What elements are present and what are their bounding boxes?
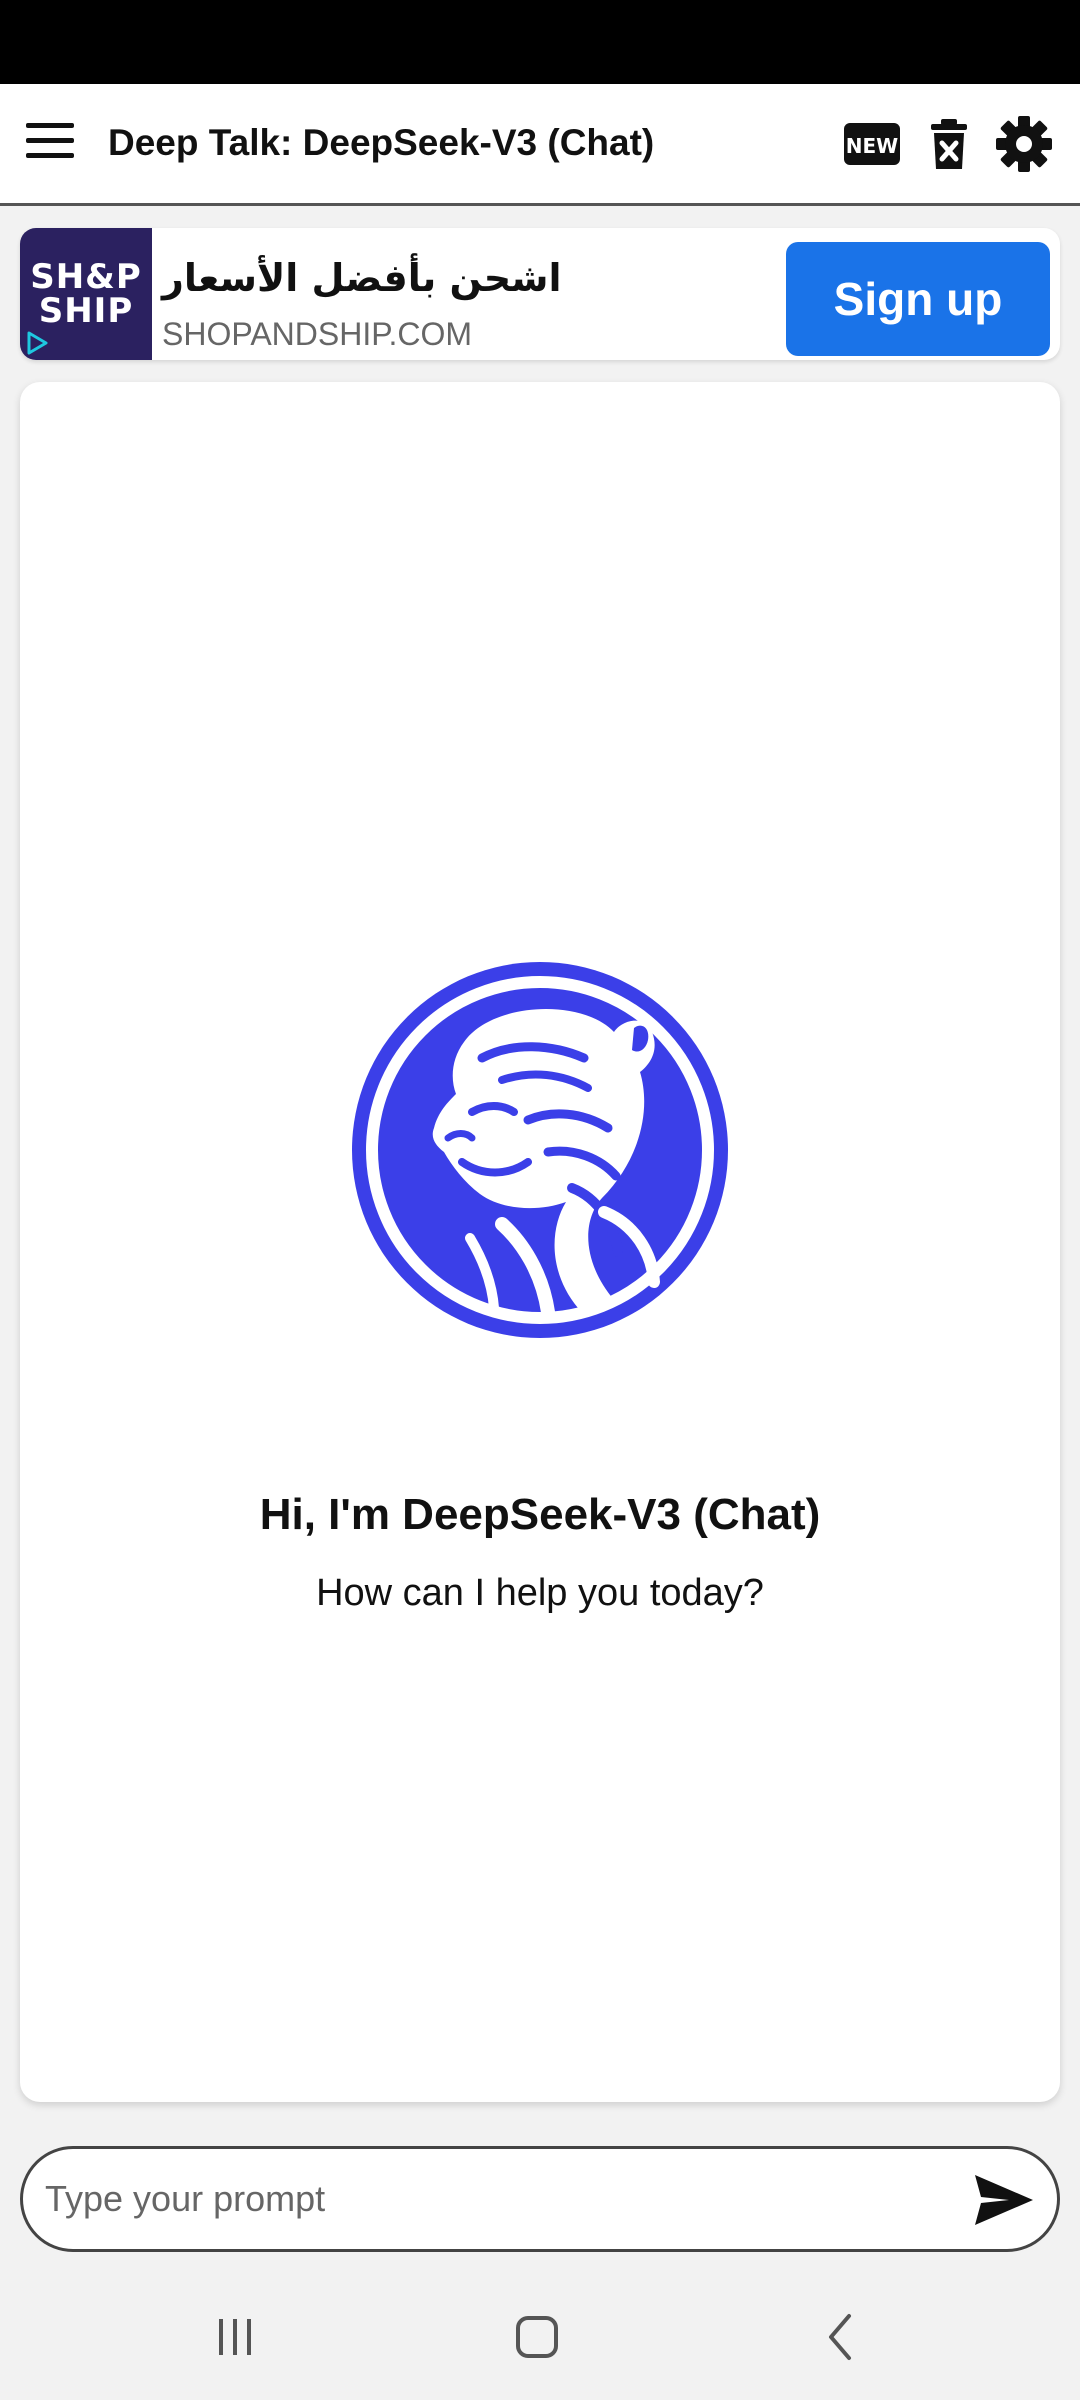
send-icon [975,2175,1033,2225]
back-button[interactable] [806,2304,876,2370]
gear-icon [996,116,1052,172]
ad-domain: SHOPANDSHIP.COM [162,316,472,352]
send-button[interactable] [971,2169,1037,2231]
tiger-logo-icon [352,962,728,1338]
back-icon [829,2314,851,2360]
greeting-subtitle: How can I help you today? [316,1572,764,1614]
home-button[interactable] [502,2304,572,2370]
adchoices-icon[interactable] [24,330,50,356]
greeting-title: Hi, I'm DeepSeek-V3 (Chat) [259,1490,821,1539]
recents-button[interactable] [200,2304,270,2370]
prompt-bar [20,2146,1060,2252]
new-chat-icon: NEW [844,123,900,165]
ad-signup-button[interactable]: Sign up [786,242,1050,356]
ad-headline: اشحن بأفضل الأسعار [162,256,562,300]
svg-text:NEW: NEW [846,134,898,158]
prompt-input[interactable] [45,2167,965,2231]
ad-logo: SH&P SHIP [20,228,152,360]
app-title: Deep Talk: DeepSeek-V3 (Chat) [108,122,655,163]
system-nav-bar [0,2274,1080,2400]
app-bar: Deep Talk: DeepSeek-V3 (Chat) NEW [0,84,1080,206]
trash-icon [931,119,967,169]
settings-button[interactable] [994,114,1054,174]
menu-icon[interactable] [20,110,80,170]
chat-area: Hi, I'm DeepSeek-V3 (Chat) How can I hel… [20,382,1060,2102]
ad-banner[interactable]: SH&P SHIP اشحن بأفضل الأسعار SHOPANDSHIP… [20,228,1060,360]
clear-chat-button[interactable] [922,114,976,174]
recents-icon [219,2319,251,2355]
home-icon [516,2316,558,2358]
status-bar [0,0,1080,84]
new-chat-button[interactable]: NEW [842,114,902,174]
